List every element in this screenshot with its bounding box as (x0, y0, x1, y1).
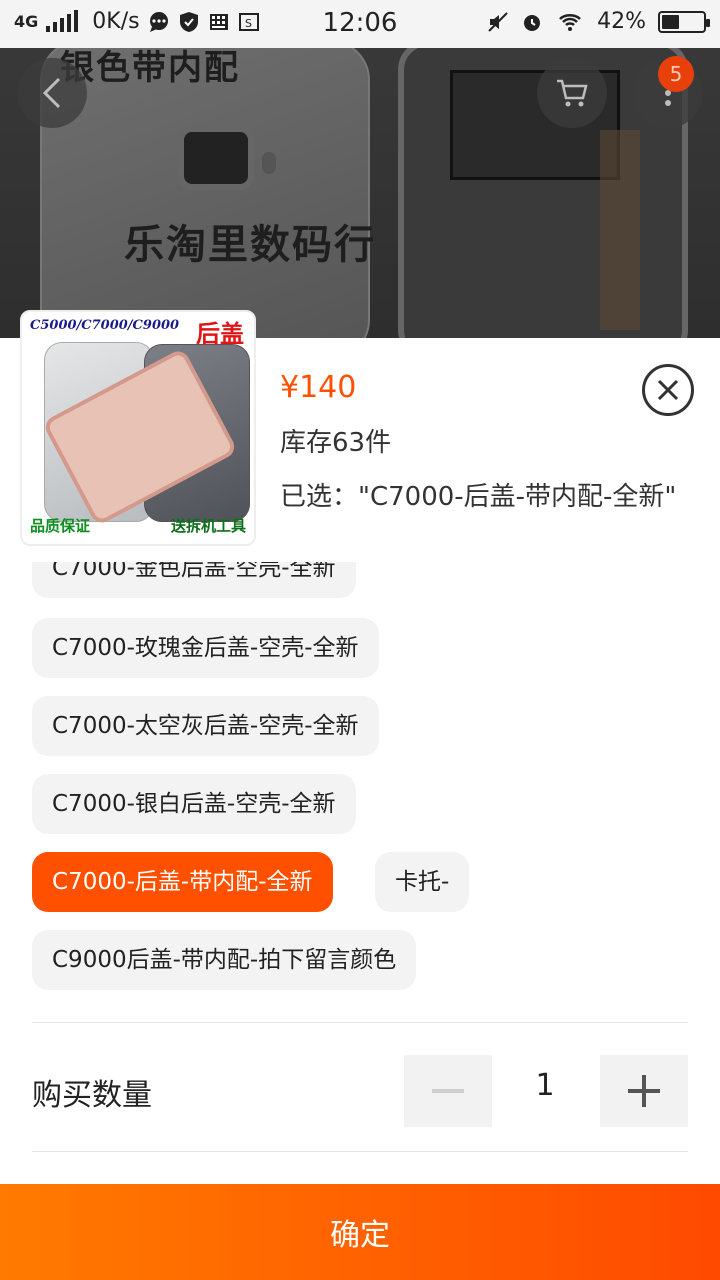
minus-icon (432, 1089, 464, 1093)
wifi-icon (559, 13, 581, 31)
product-stock: 库存63件 (280, 428, 392, 458)
divider (32, 1151, 688, 1152)
sku-option[interactable]: C7000-金色后盖-空壳-全新 (32, 562, 356, 598)
divider (32, 1022, 688, 1023)
product-thumbnail[interactable]: C5000/C7000/C9000 后盖 品质保证 送拆机工具 (20, 310, 256, 546)
cart-icon (557, 79, 588, 107)
thumb-model-label: C5000/C7000/C9000 (30, 318, 180, 333)
sku-option[interactable]: 卡托- (375, 852, 470, 912)
status-bar: 4G 0K/s S 12:06 42% (0, 0, 720, 48)
battery-fill (662, 14, 679, 29)
thumb-tool-label: 送拆机工具 (170, 517, 246, 535)
photo-watermark: 乐淘里数码行 (124, 222, 376, 268)
quantity-value[interactable]: 1 (500, 1068, 590, 1103)
sku-option[interactable]: C7000-玫瑰金后盖-空壳-全新 (32, 618, 379, 678)
sku-option[interactable]: C7000-银白后盖-空壳-全新 (32, 774, 356, 834)
sku-option-selected[interactable]: C7000-后盖-带内配-全新 (32, 852, 333, 912)
quantity-decrease-button[interactable] (404, 1055, 492, 1127)
thumb-title-label: 后盖 (196, 320, 244, 348)
sku-option[interactable]: C9000后盖-带内配-拍下留言颜色 (32, 930, 417, 990)
alarm-icon (524, 14, 541, 31)
plus-icon (628, 1075, 660, 1107)
cart-badge: 5 (658, 56, 694, 92)
battery-icon (658, 10, 710, 33)
back-button[interactable] (17, 58, 87, 128)
confirm-button[interactable]: 确定 (0, 1184, 720, 1280)
quantity-label: 购买数量 (32, 1078, 152, 1113)
photo-flash (262, 152, 276, 174)
close-button[interactable] (642, 364, 694, 416)
mute-icon (488, 11, 508, 32)
chevron-left-icon (42, 77, 61, 109)
thumb-quality-label: 品质保证 (30, 517, 91, 535)
close-icon (657, 379, 679, 401)
product-price: ¥140 (280, 370, 357, 405)
quantity-increase-button[interactable] (600, 1055, 688, 1127)
status-right: 42% (487, 9, 710, 34)
photo-camera (178, 126, 254, 190)
battery-percent: 42% (597, 9, 646, 34)
selected-sku: 已选："C7000-后盖-带内配-全新" (280, 482, 677, 512)
sku-option[interactable]: C7000-太空灰后盖-空壳-全新 (32, 696, 379, 756)
product-photo-background: 银色带内配 乐淘里数码行 (0, 0, 720, 340)
photo-flex-strip (600, 130, 640, 330)
sku-options: C7000-金色后盖-空壳-全新 C7000-玫瑰金后盖-空壳-全新 C7000… (0, 562, 720, 1012)
cart-button[interactable] (537, 58, 607, 128)
